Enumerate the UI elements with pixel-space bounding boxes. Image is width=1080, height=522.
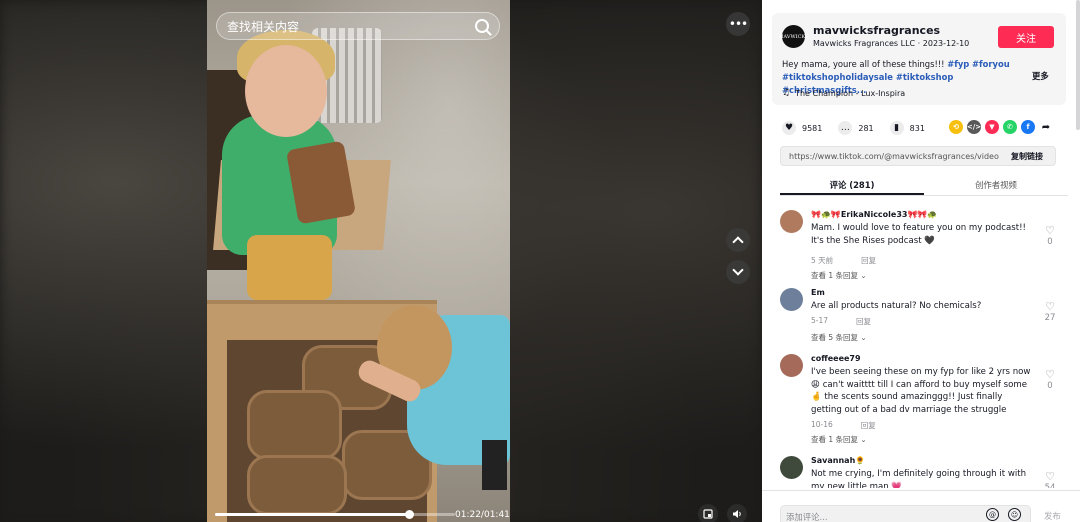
reply-button[interactable]: 回复 (856, 316, 871, 327)
copy-link-button[interactable]: 复制链接 (999, 151, 1055, 162)
pip-button[interactable] (698, 504, 718, 522)
reply-button[interactable]: 回复 (861, 420, 876, 431)
engagement-stats: ♥ 9581 … 281 ▮ 831 (782, 120, 941, 136)
heart-outline-icon[interactable]: ♡ (1042, 300, 1058, 313)
comment-text: Mam. I would love to feature you on my p… (811, 223, 1026, 246)
video-frame[interactable] (207, 0, 510, 522)
bookmark-icon: ▮ (889, 121, 904, 135)
wooden-tray (247, 390, 342, 460)
child-face (245, 45, 327, 137)
emoji-icon[interactable]: ☺ (1008, 508, 1021, 521)
author-subtitle: Mavwicks Fragrances LLC · 2023-12-10 (813, 39, 970, 48)
next-video-button[interactable] (726, 260, 750, 284)
comment-tabs: 评论 (281) 创作者视频 (780, 174, 1068, 196)
comment-item: 🎀🐢🎀ErikaNiccole33🎀🎀🐢 Mam. I would love t… (780, 210, 1070, 280)
avatar[interactable] (780, 456, 803, 479)
comment-button[interactable]: … 281 (838, 121, 874, 135)
video-info-card: MAVWICKS mavwicksfragrances Mavwicks Fra… (772, 13, 1066, 105)
comment-list: 🎀🐢🎀ErikaNiccole33🎀🎀🐢 Mam. I would love t… (762, 205, 1080, 488)
comment-time: 5-17 (811, 316, 829, 325)
more-options-button[interactable]: ••• (726, 12, 750, 36)
comment-like[interactable]: ♡ 54 (1042, 470, 1058, 488)
comment-item: Savannah🌻 Not me crying, I'm definitely … (780, 456, 1070, 488)
search-icon[interactable] (475, 19, 489, 33)
author-name[interactable]: mavwicksfragrances (813, 24, 940, 37)
mention-icon[interactable]: @ (986, 508, 999, 521)
comment-icon: … (838, 121, 853, 135)
tab-comments[interactable]: 评论 (281) (780, 174, 924, 195)
heart-icon: ♥ (782, 121, 796, 135)
chevron-up-icon (732, 236, 744, 248)
avatar[interactable] (780, 354, 803, 377)
music-note-icon: ♫ (782, 88, 791, 98)
volume-button[interactable] (727, 504, 747, 522)
comment-like[interactable]: ♡ 27 (1042, 300, 1058, 323)
comment-item: Em Are all products natural? No chemical… (780, 288, 1070, 348)
video-player[interactable]: 查找相关内容 ••• 01:22/01:41 (0, 0, 762, 522)
view-replies-link[interactable]: 查看 1 条回复 ⌄ (811, 434, 867, 445)
comment-like[interactable]: ♡ 0 (1042, 368, 1058, 391)
ellipsis-icon: ••• (728, 17, 748, 31)
comment-time: 10-16 (811, 420, 833, 429)
follow-button[interactable]: 关注 (998, 26, 1054, 48)
previous-video-button[interactable] (726, 228, 750, 252)
search-bar[interactable]: 查找相关内容 (216, 12, 500, 40)
video-link-box: https://www.tiktok.com/@mavwicksfragranc… (780, 146, 1056, 166)
comment-author[interactable]: coffeeee79 (811, 354, 861, 363)
video-url: https://www.tiktok.com/@mavwicksfragranc… (789, 151, 999, 161)
embed-icon[interactable]: </> (967, 120, 981, 134)
progress-fill (215, 513, 410, 516)
heart-outline-icon[interactable]: ♡ (1042, 224, 1058, 237)
comment-text: Not me crying, I'm definitely going thro… (811, 469, 1027, 488)
view-replies-link[interactable]: 查看 5 条回复 ⌄ (811, 332, 867, 343)
send-icon[interactable]: ▼ (985, 120, 999, 134)
facebook-icon[interactable]: f (1021, 120, 1035, 134)
comment-author[interactable]: Em (811, 288, 825, 297)
chevron-down-icon (732, 264, 744, 276)
comment-author[interactable]: 🎀🐢🎀ErikaNiccole33🎀🎀🐢 (811, 210, 937, 219)
scrollbar[interactable] (1076, 0, 1080, 130)
heart-outline-icon[interactable]: ♡ (1042, 470, 1058, 483)
playback-time: 01:22/01:41 (455, 510, 510, 520)
wooden-tray (247, 455, 347, 515)
post-button[interactable]: 发布 (1044, 510, 1061, 522)
tab-creator-videos[interactable]: 创作者视频 (924, 174, 1068, 195)
comment-item: coffeeee79 I've been seeing these on my … (780, 354, 1070, 449)
avatar[interactable] (780, 210, 803, 233)
author-avatar[interactable]: MAVWICKS (778, 25, 809, 48)
comment-text: I've been seeing these on my fyp for lik… (811, 367, 1031, 415)
heart-outline-icon[interactable]: ♡ (1042, 368, 1058, 381)
comment-text: Are all products natural? No chemicals? (811, 301, 982, 311)
hashtag-link[interactable]: #fyp (947, 59, 969, 69)
progress-bar[interactable] (215, 510, 455, 519)
reply-button[interactable]: 回复 (861, 255, 876, 266)
avatar[interactable] (780, 288, 803, 311)
share-buttons: ⟲ </> ▼ ✆ f ➦ (949, 120, 1053, 134)
search-input[interactable]: 查找相关内容 (227, 18, 475, 35)
music-link[interactable]: ♫ The Champion - Lux-Inspira (782, 88, 905, 98)
whatsapp-icon[interactable]: ✆ (1003, 120, 1017, 134)
share-arrow-icon[interactable]: ➦ (1039, 120, 1053, 134)
more-link[interactable]: 更多 (1032, 70, 1049, 82)
hashtag-link[interactable]: #foryou (972, 59, 1010, 69)
speaker-icon (732, 510, 741, 518)
save-button[interactable]: ▮ 831 (889, 121, 925, 135)
view-replies-link[interactable]: 查看 1 条回复 ⌄ (811, 270, 867, 281)
repost-icon[interactable]: ⟲ (949, 120, 963, 134)
comment-input-bar: 添加评论... @ ☺ 发布 (762, 490, 1080, 522)
comment-like[interactable]: ♡ 0 (1042, 224, 1058, 247)
picture-in-picture-icon (703, 509, 713, 519)
comment-time: 5 天前 (811, 256, 834, 265)
like-button[interactable]: ♥ 9581 (782, 121, 822, 135)
comment-author[interactable]: Savannah🌻 (811, 456, 865, 465)
details-panel: MAVWICKS mavwicksfragrances Mavwicks Fra… (762, 0, 1080, 522)
